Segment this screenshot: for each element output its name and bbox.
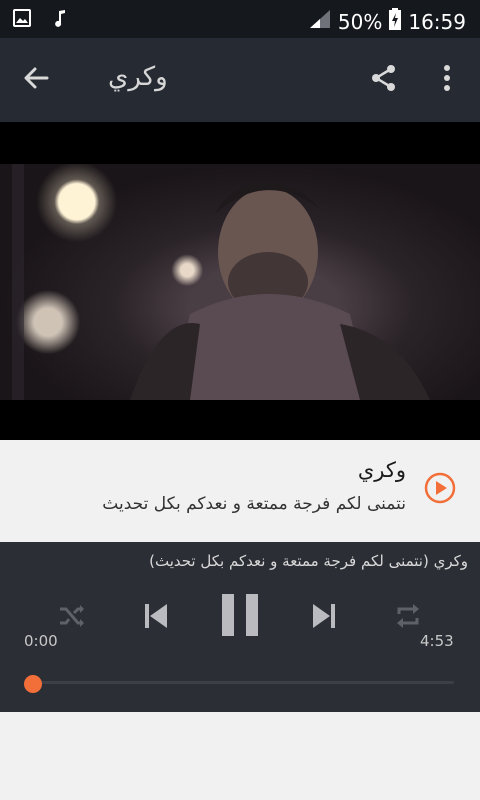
share-button[interactable] [364,60,404,100]
player-controls: وكري (نتمنى لكم فرجة ممتعة و نعدكم بكل ت… [0,542,480,712]
elapsed-time: 0:00 [24,632,58,650]
battery-icon [388,7,402,36]
song-title: وكري [357,458,406,482]
now-playing-text: وكري (نتمنى لكم فرجة ممتعة و نعدكم بكل ت… [149,552,468,570]
status-bar: 50% 16:59 [0,0,480,38]
music-notification-icon [50,8,70,32]
arrow-back-icon [22,64,50,96]
clock: 16:59 [408,9,466,34]
pause-icon [220,593,260,641]
video-frame[interactable] [0,164,480,400]
play-circle-icon [423,471,457,509]
seek-bar-thumb[interactable] [24,675,42,693]
video-thumbnail-image [12,164,430,400]
image-notification-icon [12,8,32,32]
song-info[interactable]: وكري نتمنى لكم فرجة ممتعة و نعدكم بكل تح… [0,440,480,542]
seek-bar-track[interactable] [26,681,454,684]
next-button[interactable] [304,598,344,638]
skip-next-icon [309,601,339,635]
video-player[interactable] [0,122,480,440]
repeat-icon [393,601,423,635]
share-icon [369,63,399,97]
more-vert-icon [443,65,451,95]
previous-button[interactable] [136,598,176,638]
shuffle-button[interactable] [52,598,92,638]
battery-percent: 50% [337,9,383,34]
more-options-button[interactable] [430,60,464,100]
total-duration: 4:53 [420,632,454,650]
skip-previous-icon [141,601,171,635]
app-bar: وكري [0,38,480,122]
play-song-button[interactable] [420,470,460,510]
song-subtitle: نتمنى لكم فرجة ممتعة و نعدكم بكل تحديث [102,494,406,514]
signal-icon [308,8,332,35]
empty-content-area [0,712,480,800]
back-button[interactable] [16,60,56,100]
page-title: وكري [108,62,168,92]
pause-button[interactable] [218,592,262,642]
shuffle-icon [57,601,87,635]
